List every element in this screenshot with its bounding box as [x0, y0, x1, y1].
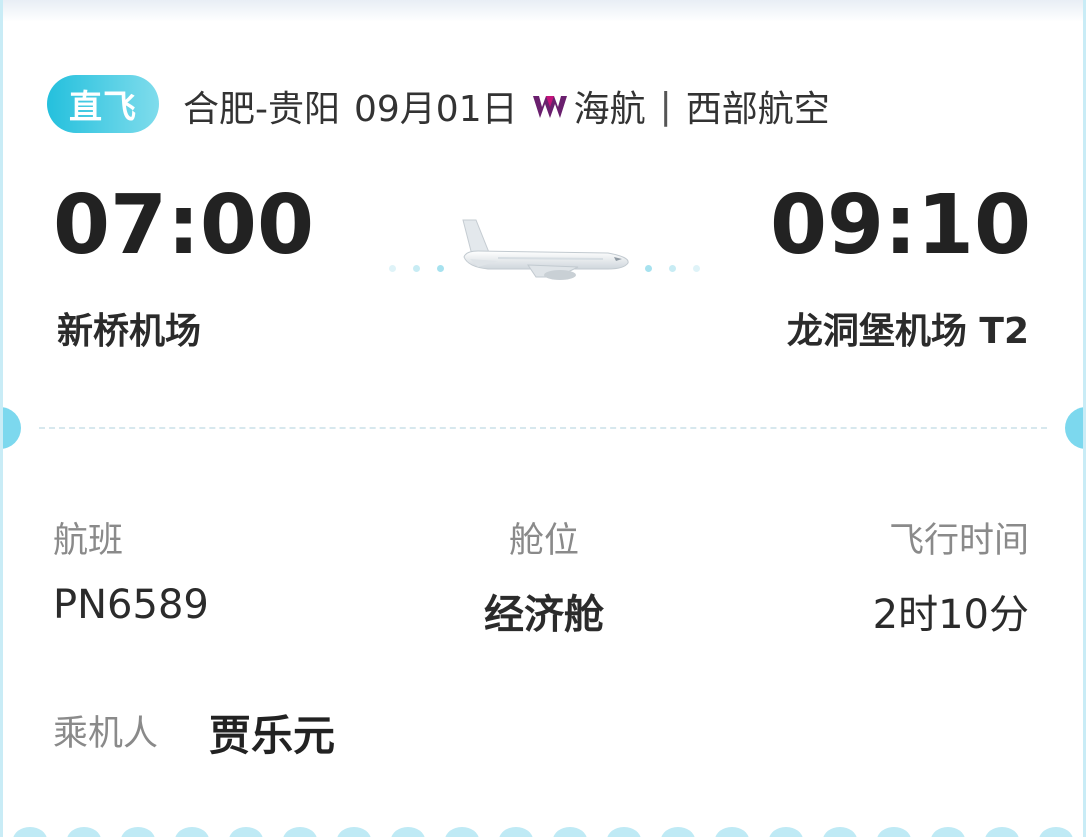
passenger-label: 乘机人 — [53, 714, 159, 754]
cabin-value: 经济舱 — [484, 592, 604, 638]
top-shade — [3, 0, 1083, 22]
direct-flight-badge: 直飞 — [47, 75, 159, 133]
departure-airport: 新桥机场 — [57, 311, 202, 352]
flight-header: 合肥-贵阳 09月01日 海航 | 西部航空 — [183, 78, 830, 134]
date-text: 09月01日 — [354, 89, 518, 130]
duration-label: 飞行时间 — [888, 521, 1029, 561]
path-dot — [693, 265, 700, 272]
arrival-airport: 龙洞堡机场 T2 — [786, 311, 1029, 352]
arrival-time: 09:10 — [769, 178, 1031, 273]
bottom-scallop-edge — [3, 827, 1083, 837]
ticket-notch-left — [3, 407, 21, 449]
departure-time: 07:00 — [53, 178, 315, 273]
flight-number-label: 航班 — [53, 521, 124, 561]
path-dot — [389, 265, 396, 272]
perforation-line — [39, 427, 1047, 429]
passenger-name: 贾乐元 — [209, 711, 336, 760]
path-dot — [437, 265, 444, 272]
hna-logo-icon — [532, 91, 568, 121]
header-separator: | — [659, 85, 672, 127]
path-dot — [413, 265, 420, 272]
operator-name: 西部航空 — [685, 89, 830, 130]
duration-value: 2时10分 — [872, 592, 1029, 638]
route-text: 合肥-贵阳 — [183, 89, 340, 130]
ticket-notch-right — [1065, 407, 1083, 449]
flight-ticket-card: 直飞 合肥-贵阳 09月01日 海航 | 西部航空 07:00 09:10 新桥… — [0, 0, 1086, 837]
path-dot — [645, 265, 652, 272]
path-dot — [669, 265, 676, 272]
flight-number-value: PN6589 — [53, 582, 209, 628]
cabin-label: 舱位 — [508, 521, 579, 561]
airline-name: 海航 — [573, 89, 646, 130]
airplane-icon — [462, 219, 629, 280]
flight-path — [383, 210, 713, 290]
